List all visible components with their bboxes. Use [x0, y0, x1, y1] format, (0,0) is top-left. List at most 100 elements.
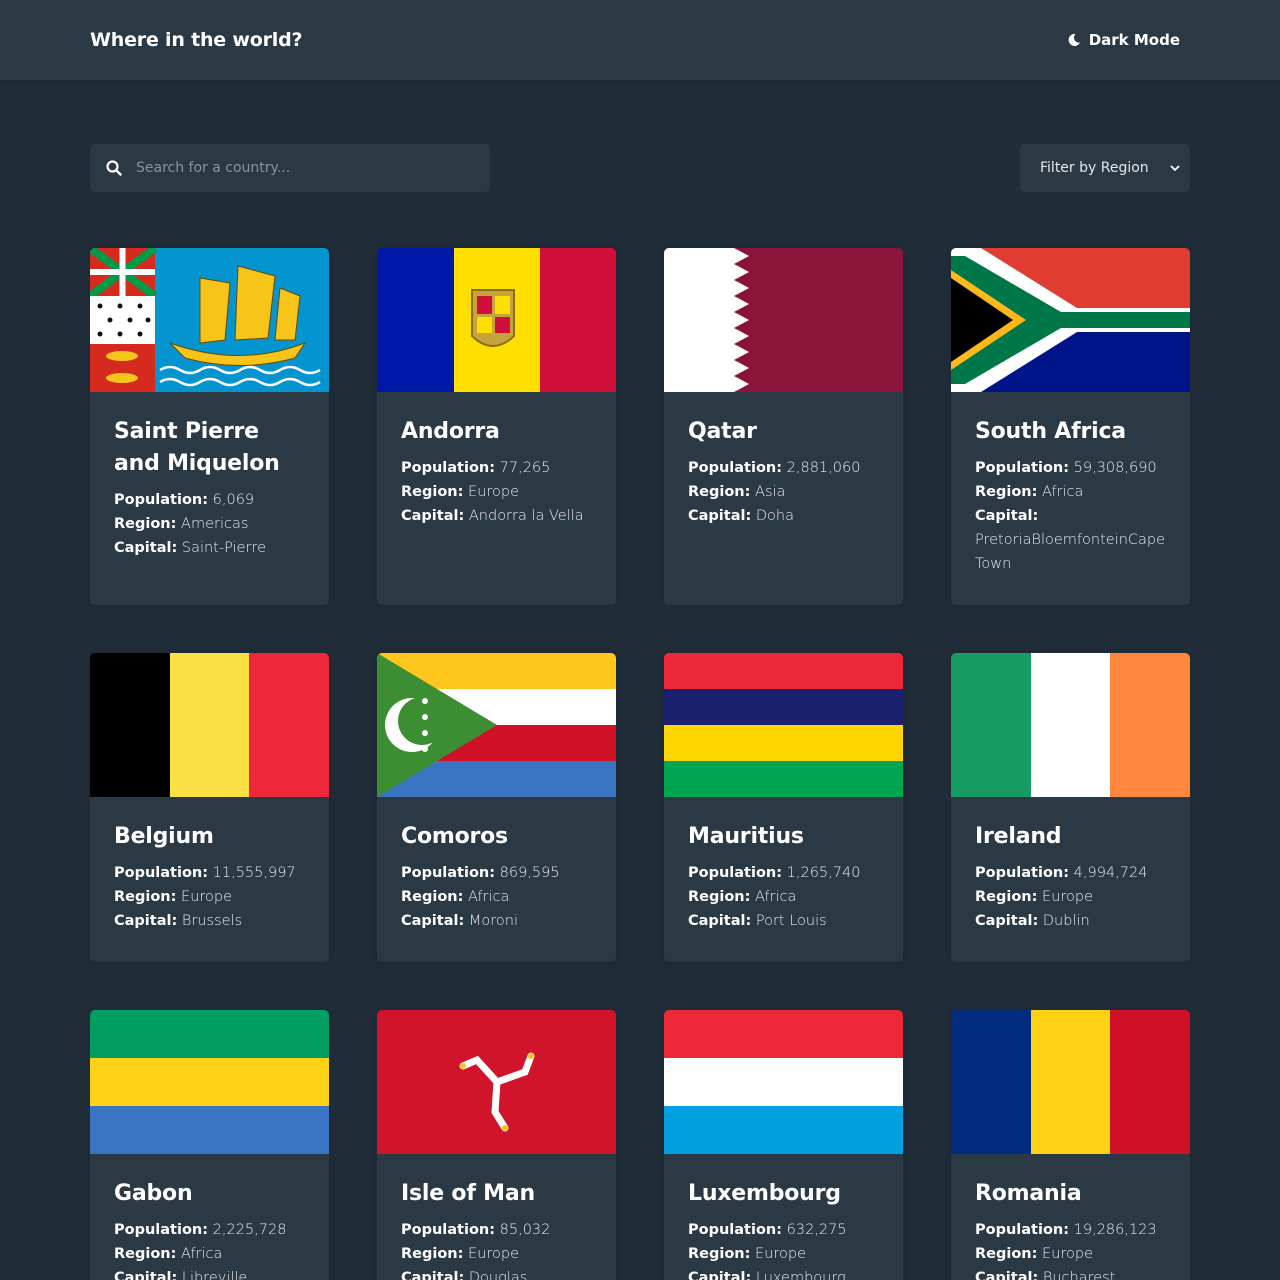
population-value: 2,225,728 — [212, 1222, 287, 1238]
capital-value: Brussels — [181, 913, 243, 929]
region-label: Region: — [688, 889, 751, 905]
region-value: Europe — [1042, 889, 1094, 905]
capital-label: Capital: — [114, 1270, 178, 1280]
region-label: Region: — [114, 889, 177, 905]
flag-image — [951, 653, 1190, 797]
region-label: Region: — [975, 484, 1038, 500]
region-value: Europe — [468, 484, 520, 500]
region-filter-select[interactable]: Filter by Region — [1020, 144, 1190, 192]
population-line: Population: 59,308,690 — [975, 456, 1166, 480]
population-value: 6,069 — [212, 492, 255, 508]
flag-image — [664, 1010, 903, 1154]
country-card[interactable]: Belgium Population: 11,555,997 Region: E… — [90, 653, 329, 962]
region-label: Region: — [688, 484, 751, 500]
capital-label: Capital: — [401, 508, 465, 524]
population-label: Population: — [688, 865, 783, 881]
country-name: Comoros — [401, 824, 508, 849]
capital-line: Capital: Libreville — [114, 1266, 305, 1280]
population-value: 632,275 — [786, 1222, 847, 1238]
population-value: 11,555,997 — [212, 865, 296, 881]
region-line: Region: Africa — [114, 1242, 305, 1266]
capital-line: Capital: Doha — [688, 504, 879, 528]
region-label: Region: — [688, 1246, 751, 1262]
flag-image — [951, 248, 1190, 392]
country-card[interactable]: Andorra Population: 77,265 Region: Europ… — [377, 248, 616, 605]
region-line: Region: Europe — [975, 885, 1166, 909]
capital-label: Capital: — [401, 1270, 465, 1280]
population-label: Population: — [114, 1222, 209, 1238]
region-filter-label: Filter by Region — [1040, 160, 1149, 176]
capital-label: Capital: — [688, 508, 752, 524]
country-name: Luxembourg — [688, 1181, 841, 1206]
flag-image — [377, 1010, 616, 1154]
capital-value: Andorra la Vella — [468, 508, 584, 524]
country-card[interactable]: Romania Population: 19,286,123 Region: E… — [951, 1010, 1190, 1280]
region-line: Region: Europe — [688, 1242, 879, 1266]
capital-label: Capital: — [688, 1270, 752, 1280]
country-name: Ireland — [975, 824, 1062, 849]
site-header: Where in the world? Dark Mode — [0, 0, 1280, 80]
country-name: Belgium — [114, 824, 214, 849]
country-card[interactable]: Isle of Man Population: 85,032 Region: E… — [377, 1010, 616, 1280]
country-card[interactable]: Qatar Population: 2,881,060 Region: Asia… — [664, 248, 903, 605]
capital-value: PretoriaBloemfonteinCape Town — [975, 532, 1166, 572]
capital-line: Capital: Dublin — [975, 909, 1166, 933]
country-name: Isle of Man — [401, 1181, 535, 1206]
capital-line: Capital: Port Louis — [688, 909, 879, 933]
search-input[interactable] — [136, 160, 456, 176]
capital-label: Capital: — [401, 913, 465, 929]
population-value: 2,881,060 — [786, 460, 861, 476]
capital-value: Saint-Pierre — [181, 540, 267, 556]
population-value: 4,994,724 — [1073, 865, 1148, 881]
country-name: Mauritius — [688, 824, 804, 849]
capital-value: Libreville — [181, 1270, 248, 1280]
population-label: Population: — [975, 1222, 1070, 1238]
country-card[interactable]: Ireland Population: 4,994,724 Region: Eu… — [951, 653, 1190, 962]
flag-image — [664, 653, 903, 797]
population-label: Population: — [688, 460, 783, 476]
population-line: Population: 1,265,740 — [688, 861, 879, 885]
population-line: Population: 11,555,997 — [114, 861, 305, 885]
dark-mode-label: Dark Mode — [1088, 31, 1180, 49]
region-value: Africa — [1042, 484, 1084, 500]
population-line: Population: 632,275 — [688, 1218, 879, 1242]
country-card[interactable]: Gabon Population: 2,225,728 Region: Afri… — [90, 1010, 329, 1280]
capital-line: Capital: PretoriaBloemfonteinCape Town — [975, 504, 1166, 576]
capital-line: Capital: Douglas — [401, 1266, 592, 1280]
capital-line: Capital: Saint-Pierre — [114, 536, 305, 560]
population-value: 1,265,740 — [786, 865, 861, 881]
population-value: 59,308,690 — [1073, 460, 1157, 476]
population-label: Population: — [688, 1222, 783, 1238]
capital-label: Capital: — [975, 913, 1039, 929]
flag-image — [90, 1010, 329, 1154]
country-card[interactable]: Saint Pierre and Miquelon Population: 6,… — [90, 248, 329, 605]
country-grid: Saint Pierre and Miquelon Population: 6,… — [0, 192, 1280, 1280]
population-line: Population: 19,286,123 — [975, 1218, 1166, 1242]
capital-label: Capital: — [975, 1270, 1039, 1280]
dark-mode-toggle[interactable]: Dark Mode — [1067, 31, 1180, 49]
flag-image — [951, 1010, 1190, 1154]
region-value: Africa — [468, 889, 510, 905]
population-label: Population: — [401, 1222, 496, 1238]
flag-image — [377, 248, 616, 392]
population-value: 19,286,123 — [1073, 1222, 1157, 1238]
region-label: Region: — [401, 484, 464, 500]
population-line: Population: 6,069 — [114, 488, 305, 512]
country-card[interactable]: Comoros Population: 869,595 Region: Afri… — [377, 653, 616, 962]
region-line: Region: Africa — [688, 885, 879, 909]
population-value: 85,032 — [499, 1222, 551, 1238]
country-card[interactable]: Luxembourg Population: 632,275 Region: E… — [664, 1010, 903, 1280]
population-value: 869,595 — [499, 865, 560, 881]
region-line: Region: Asia — [688, 480, 879, 504]
capital-label: Capital: — [975, 508, 1039, 524]
capital-line: Capital: Brussels — [114, 909, 305, 933]
region-label: Region: — [401, 1246, 464, 1262]
region-value: Europe — [1042, 1246, 1094, 1262]
region-label: Region: — [401, 889, 464, 905]
search-box[interactable] — [90, 144, 490, 192]
country-card[interactable]: South Africa Population: 59,308,690 Regi… — [951, 248, 1190, 605]
region-label: Region: — [975, 1246, 1038, 1262]
country-card[interactable]: Mauritius Population: 1,265,740 Region: … — [664, 653, 903, 962]
capital-line: Capital: Moroni — [401, 909, 592, 933]
region-label: Region: — [114, 1246, 177, 1262]
